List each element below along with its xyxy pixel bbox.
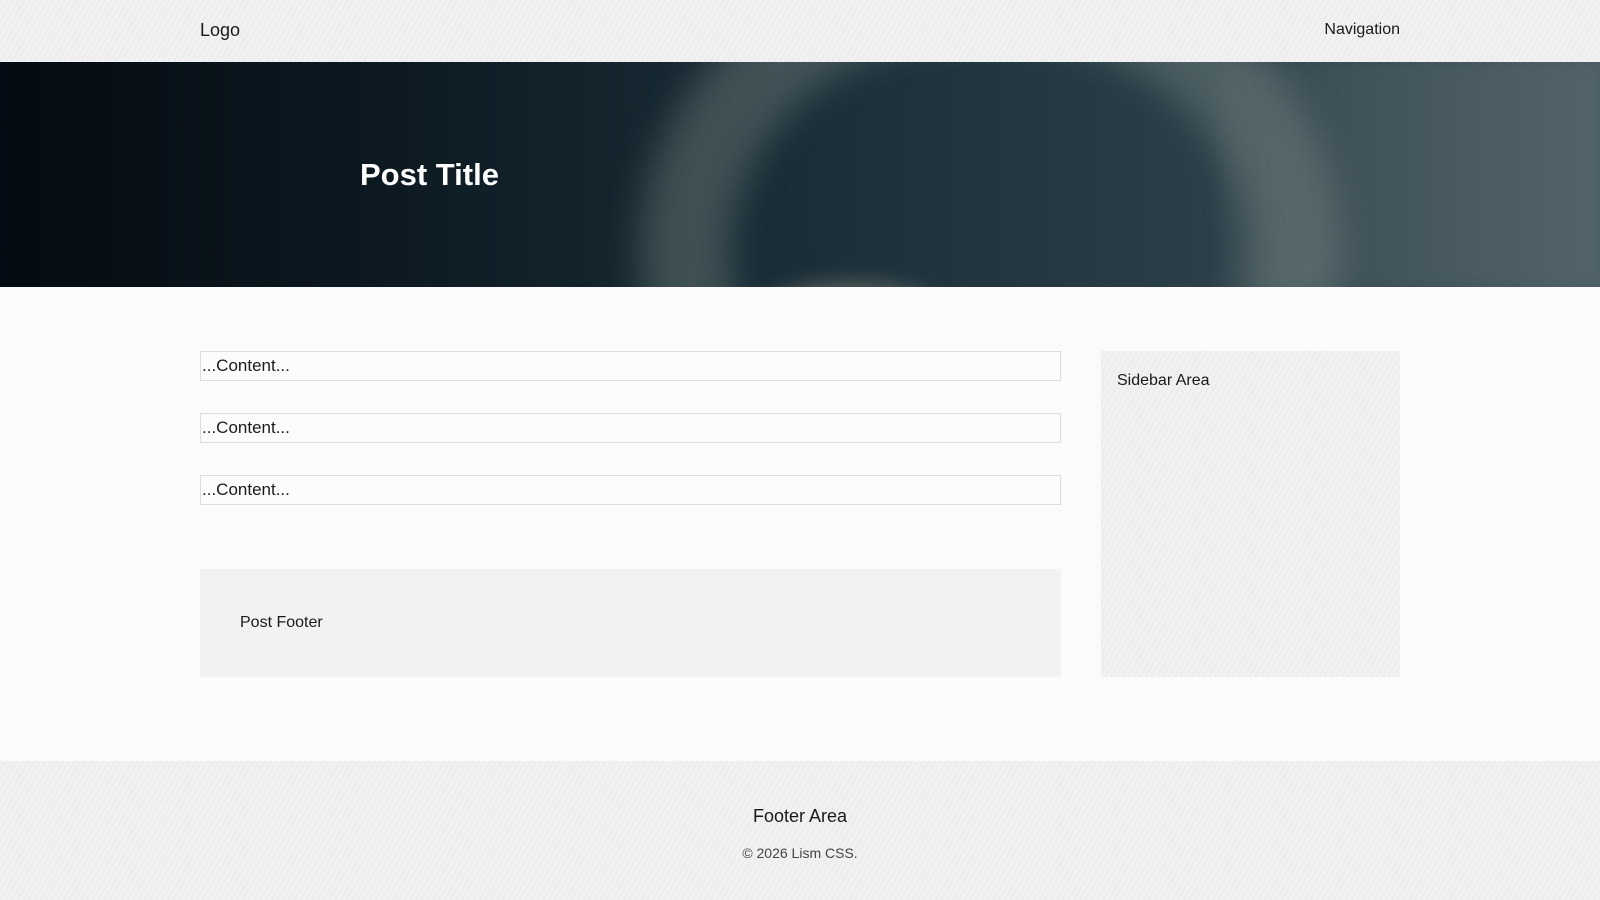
post-title: Post Title [360, 157, 499, 192]
sidebar-label: Sidebar Area [1117, 372, 1210, 389]
logo[interactable]: Logo [200, 20, 240, 41]
post-footer-label: Post Footer [240, 614, 323, 631]
navigation[interactable]: Navigation [1324, 21, 1400, 39]
footer-title: Footer Area [752, 806, 848, 826]
content-block: ...Content... [200, 351, 1061, 381]
footer-copyright: © 2026 Lism CSS. [742, 845, 858, 861]
sidebar: Sidebar Area [1101, 351, 1400, 677]
site-header: Logo Navigation [0, 0, 1600, 62]
content-block: ...Content... [200, 413, 1061, 443]
site-footer: Footer Area © 2026 Lism CSS. [0, 761, 1600, 900]
content-block: ...Content... [200, 475, 1061, 505]
hero-background-arc [640, 62, 1340, 287]
hero-banner: Post Title [0, 62, 1600, 287]
post-footer: Post Footer [200, 569, 1061, 677]
